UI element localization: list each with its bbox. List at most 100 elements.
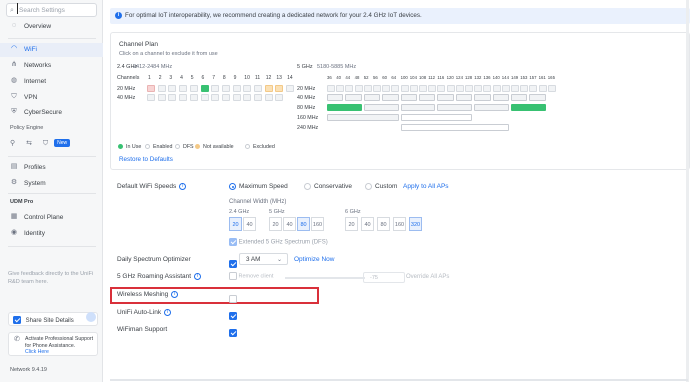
channel-width-6-80-button[interactable]: 80 [377, 217, 390, 231]
wifiman-checkbox[interactable] [229, 324, 237, 342]
channel-cell-20mhz[interactable] [428, 85, 437, 92]
channel-cell-40mhz[interactable] [511, 94, 528, 101]
channel-cell-20mhz[interactable] [373, 85, 381, 92]
channel-cell-40mhz[interactable] [345, 94, 362, 101]
channel-cell-40mhz[interactable] [211, 94, 220, 101]
override-all-aps-link[interactable]: Override All APs [406, 274, 449, 280]
channel-width-5-40-button[interactable]: 40 [283, 217, 296, 231]
sidebar-item-overview[interactable]: ◌ Overview [0, 20, 103, 34]
channel-cell-40mhz[interactable] [147, 94, 155, 101]
channel-cell-20mhz[interactable] [465, 85, 473, 92]
channel-width-5-80-button[interactable]: 80 [297, 217, 310, 231]
search-input[interactable]: ⌕ Search Settings [6, 3, 97, 17]
channel-cell-160mhz[interactable] [327, 114, 399, 121]
channel-cell-80mhz[interactable] [437, 104, 473, 111]
channel-cell-80mhz[interactable] [363, 104, 399, 111]
roaming-slider[interactable] [285, 277, 365, 279]
channel-cell-40mhz[interactable] [221, 94, 230, 101]
channel-cell-20mhz[interactable] [168, 85, 177, 92]
channel-cell-40mhz[interactable] [157, 94, 166, 101]
roaming-value-input[interactable]: -75 [363, 272, 405, 283]
channel-cell-20mhz[interactable] [391, 85, 400, 92]
channel-cell-20mhz[interactable] [157, 85, 166, 92]
channel-cell-20mhz[interactable] [254, 85, 262, 92]
channel-cell-20mhz[interactable] [400, 85, 409, 92]
channel-cell-20mhz[interactable] [492, 85, 501, 92]
channel-cell-20mhz[interactable] [511, 85, 519, 92]
channel-width-6-20-button[interactable]: 20 [345, 217, 358, 231]
channel-cell-80mhz[interactable] [327, 104, 362, 111]
channel-cell-40mhz[interactable] [455, 94, 473, 101]
channel-cell-20mhz[interactable] [336, 85, 345, 92]
sidebar-item-control-plane[interactable]: ▦ Control Plane [0, 211, 103, 225]
channel-cell-80mhz[interactable] [511, 104, 546, 111]
channel-cell-40mhz[interactable] [492, 94, 509, 101]
channel-width-5-20-button[interactable]: 20 [269, 217, 282, 231]
channel-cell-40mhz[interactable] [168, 94, 177, 101]
apply-all-aps-link[interactable]: Apply to All APs [403, 183, 449, 190]
shield-icon[interactable]: ⛉ [43, 140, 48, 147]
channel-cell-20mhz[interactable] [232, 85, 241, 92]
channel-cell-40mhz[interactable] [419, 94, 436, 101]
channel-cell-20mhz[interactable] [529, 85, 538, 92]
channel-cell-20mhz[interactable] [483, 85, 492, 92]
info-icon[interactable]: i [164, 309, 172, 316]
sidebar-item-vpn[interactable]: ⛉ VPN [0, 91, 103, 105]
wireless-meshing-checkbox[interactable] [229, 290, 237, 308]
channel-cell-20mhz[interactable] [147, 85, 155, 92]
channel-width-24-20-button[interactable]: 20 [229, 217, 242, 231]
channel-cell-20mhz[interactable] [264, 85, 273, 92]
channel-cell-20mhz[interactable] [327, 85, 335, 92]
channel-cell-20mhz[interactable] [211, 85, 220, 92]
feedback-link[interactable]: Give feedback directly to the UniFi R&D … [8, 270, 98, 286]
channel-width-24-40-button[interactable]: 40 [243, 217, 256, 231]
channel-width-6-320-button[interactable]: 320 [409, 217, 422, 231]
info-icon[interactable]: i [171, 291, 179, 298]
channel-cell-40mhz[interactable] [179, 94, 188, 101]
channel-cell-20mhz[interactable] [409, 85, 418, 92]
sidebar-item-networks[interactable]: ⋔ Networks [0, 59, 103, 73]
speed-option-conservative[interactable]: Conservative [304, 183, 352, 190]
channel-cell-20mhz[interactable] [437, 85, 446, 92]
channel-cell-40mhz[interactable] [437, 94, 454, 101]
channel-cell-20mhz[interactable] [275, 85, 284, 92]
channel-cell-20mhz[interactable] [446, 85, 455, 92]
sidebar-item-wifi[interactable]: ◠ WiFi [0, 43, 103, 57]
share-site-details[interactable]: Share Site Details [8, 312, 98, 326]
channel-cell-40mhz[interactable] [200, 94, 209, 101]
sidebar-item-system[interactable]: ⚙ System [0, 177, 103, 191]
channel-cell-20mhz[interactable] [520, 85, 529, 92]
optimizer-time-select[interactable]: 3 AM ⌄ [239, 253, 288, 265]
channel-cell-40mhz[interactable] [363, 94, 381, 101]
channel-cell-40mhz[interactable] [243, 94, 252, 101]
channel-cell-20mhz[interactable] [419, 85, 427, 92]
channel-cell-20mhz[interactable] [345, 85, 354, 92]
channel-cell-20mhz[interactable] [200, 85, 209, 92]
share-site-details-checkbox[interactable] [13, 316, 21, 324]
roaming-assistant-checkbox[interactable]: Remove client [229, 272, 273, 280]
channel-cell-40mhz[interactable] [400, 94, 417, 101]
channel-cell-20mhz[interactable] [455, 85, 464, 92]
channel-cell-20mhz[interactable] [538, 85, 547, 92]
sidebar-item-identity[interactable]: ◉ Identity [0, 227, 103, 241]
speed-option-max[interactable]: Maximum Speed [229, 183, 288, 190]
auto-link-checkbox[interactable] [229, 307, 237, 325]
channel-cell-20mhz[interactable] [501, 85, 510, 92]
channel-cell-20mhz[interactable] [286, 85, 295, 92]
channel-width-6-40-button[interactable]: 40 [361, 217, 374, 231]
channel-cell-240mhz[interactable] [400, 124, 509, 131]
channel-cell-40mhz[interactable] [189, 94, 198, 101]
extended-spectrum-checkbox[interactable] [229, 238, 237, 246]
channel-cell-20mhz[interactable] [547, 85, 556, 92]
spectrum-optimizer-checkbox[interactable] [229, 255, 237, 273]
channel-width-5-160-button[interactable]: 160 [311, 217, 324, 231]
support-link[interactable]: Click Here [25, 349, 49, 355]
info-icon[interactable]: i [194, 273, 202, 280]
channel-cell-20mhz[interactable] [354, 85, 363, 92]
optimize-now-link[interactable]: Optimize Now [294, 256, 334, 263]
info-icon[interactable]: i [179, 183, 187, 190]
channel-cell-20mhz[interactable] [243, 85, 252, 92]
channel-cell-40mhz[interactable] [264, 94, 273, 101]
sidebar-item-cybersecure[interactable]: ⛨ CyberSecure [0, 106, 103, 120]
channel-cell-20mhz[interactable] [474, 85, 483, 92]
